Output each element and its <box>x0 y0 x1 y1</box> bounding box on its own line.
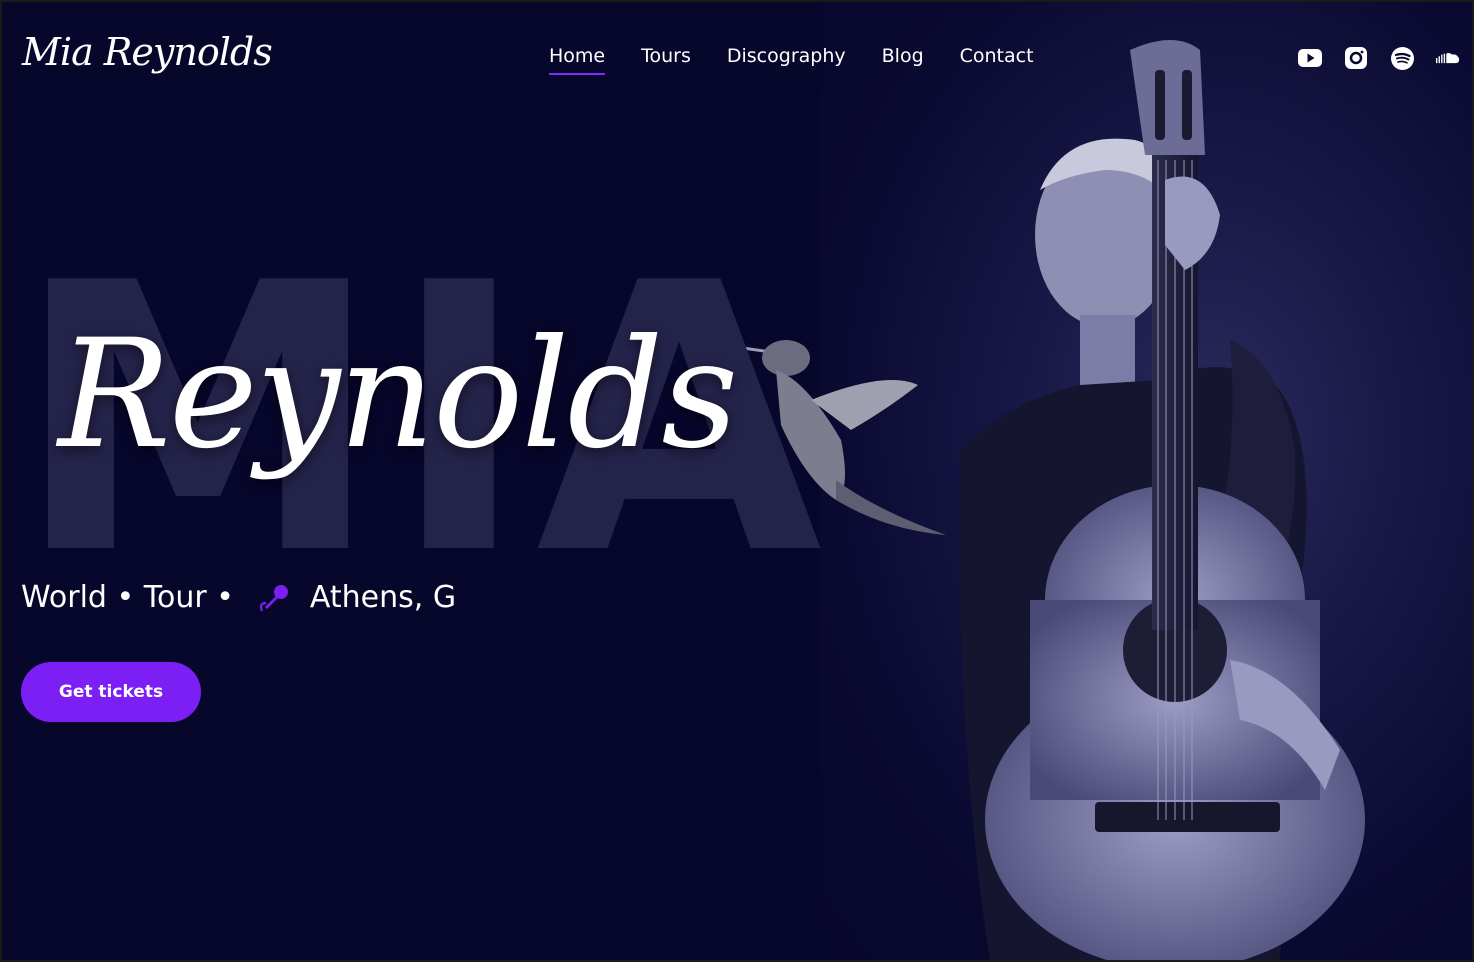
tour-location: Athens, G <box>309 580 457 615</box>
main-navigation: Home Tours Discography Blog Contact <box>549 45 1034 75</box>
site-logo[interactable]: Mia Reynolds <box>22 30 273 74</box>
nav-discography[interactable]: Discography <box>727 45 846 73</box>
singer-photo <box>959 40 1365 962</box>
instagram-icon[interactable] <box>1344 46 1368 70</box>
social-links <box>1298 46 1460 70</box>
nav-blog[interactable]: Blog <box>882 45 924 73</box>
youtube-icon[interactable] <box>1298 46 1322 70</box>
soundcloud-icon[interactable] <box>1436 46 1460 70</box>
nav-home[interactable]: Home <box>549 45 606 75</box>
get-tickets-button[interactable]: Get tickets <box>21 662 201 722</box>
tour-text: World • Tour • <box>21 580 234 615</box>
nav-contact[interactable]: Contact <box>960 45 1034 73</box>
tour-line: World • Tour • Athens, G <box>21 580 456 615</box>
nav-tours[interactable]: Tours <box>641 45 691 73</box>
microphone-icon <box>259 584 288 611</box>
spotify-icon[interactable] <box>1390 46 1414 70</box>
hero-script-title: Reynolds <box>58 308 738 482</box>
